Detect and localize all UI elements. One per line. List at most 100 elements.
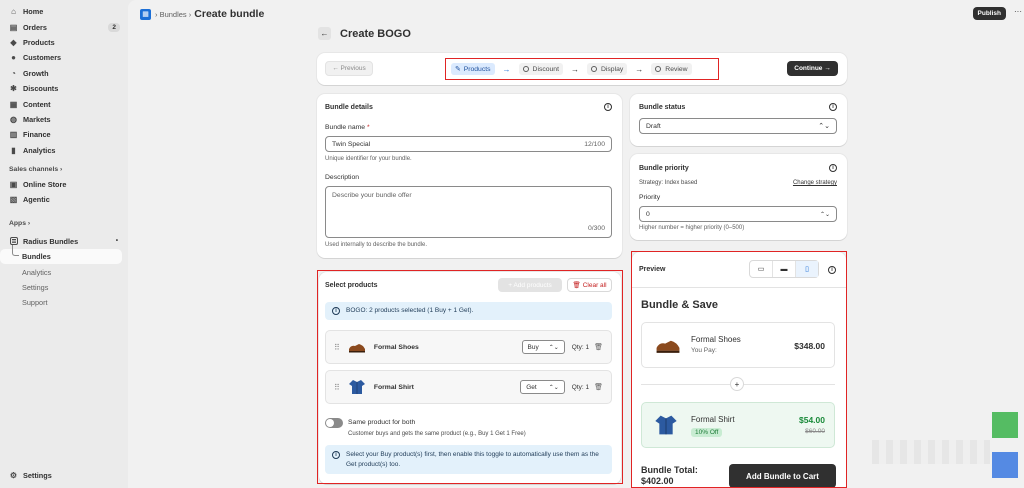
tag-icon: ◆: [10, 37, 17, 47]
stepper-icon[interactable]: ⌃⌄: [820, 211, 830, 218]
sidebar-item-agentic[interactable]: ▧ Agentic: [0, 192, 128, 207]
sidebar-item-label: Customers: [23, 53, 62, 63]
preview-highlight: [631, 251, 847, 488]
blue-badge-icon[interactable]: [992, 452, 1018, 478]
breadcrumb[interactable]: › Bundles ›: [155, 10, 191, 19]
select-products-highlight: [317, 270, 623, 484]
continue-button[interactable]: Continue →: [787, 61, 838, 76]
sales-channels-heading[interactable]: Sales channels ›: [0, 163, 128, 177]
growth-icon: ◔: [11, 68, 16, 78]
sidebar-item-customers[interactable]: ● Customers: [0, 50, 128, 65]
sidebar-item-label: Home: [23, 7, 44, 17]
page-header-title: Create bundle: [194, 8, 265, 20]
blurred-region: [872, 440, 990, 464]
back-arrow-icon[interactable]: ←: [318, 27, 331, 40]
arrow-right-icon: →: [502, 64, 511, 74]
help-text: Used internally to describe the bundle.: [325, 242, 428, 248]
bundle-status-card: Bundle status i Draft ⌃⌄: [630, 94, 847, 146]
step-discount[interactable]: Discount: [518, 63, 563, 75]
circle-icon: [590, 66, 597, 72]
sidebar-item-discounts[interactable]: ✱ Discounts: [0, 81, 128, 96]
bundle-priority-card: Bundle priority i Strategy: Index based …: [630, 154, 847, 240]
step-review[interactable]: Review: [651, 63, 692, 75]
sidebar-item-label: Agentic: [23, 195, 50, 205]
sidebar-item-online-store[interactable]: ▣ Online Store: [0, 177, 128, 192]
card-title: Bundle status: [639, 104, 686, 111]
char-count: 12/100: [584, 140, 605, 148]
arrow-right-icon: →: [570, 64, 579, 74]
sidebar-sub-analytics[interactable]: Analytics: [0, 264, 128, 279]
priority-input[interactable]: 0 ⌃⌄: [639, 206, 837, 222]
sidebar-item-label: Finance: [23, 130, 51, 140]
sidebar-item-orders[interactable]: ▤ Orders 2: [0, 19, 128, 34]
agentic-icon: ▧: [9, 195, 18, 205]
placeholder: Describe your bundle offer: [332, 192, 412, 199]
select-value: Draft: [646, 122, 661, 130]
step-display[interactable]: Display: [586, 63, 628, 75]
required-mark: *: [366, 124, 370, 131]
char-count: 0/300: [587, 225, 605, 232]
step-label: Products: [463, 65, 491, 73]
gear-icon: ⚙: [9, 471, 18, 481]
label-text: Bundle name: [325, 124, 366, 131]
discount-icon: ✱: [10, 84, 17, 94]
sidebar-item-radius-bundles[interactable]: Radius Bundles •: [0, 234, 128, 249]
sidebar-item-settings[interactable]: ⚙ Settings: [0, 468, 128, 483]
person-icon: ●: [11, 53, 16, 63]
bank-icon: ▥: [9, 130, 18, 140]
orders-icon: ▤: [9, 22, 18, 32]
status-select[interactable]: Draft ⌃⌄: [639, 118, 837, 134]
bar-chart-icon: ▮: [11, 145, 16, 155]
sidebar-item-label: Discounts: [23, 84, 59, 94]
bundle-name-input[interactable]: Twin Special 12/100: [325, 136, 612, 152]
publish-button[interactable]: Publish: [972, 7, 1006, 20]
info-icon[interactable]: i: [604, 103, 612, 111]
top-bar: ▦ › Bundles › Create bundle: [128, 0, 1024, 28]
help-text: Higher number = higher priority (0–500): [639, 225, 745, 231]
step-label: Discount: [532, 65, 559, 73]
store-icon: ▣: [9, 180, 18, 190]
circle-icon: [655, 66, 662, 72]
sidebar-item-label: Products: [23, 37, 55, 47]
description-textarea[interactable]: Describe your bundle offer 0/300: [325, 186, 612, 238]
select-arrows-icon: ⌃⌄: [818, 123, 830, 130]
sidebar-item-label: Markets: [23, 114, 51, 124]
input-value: 0: [646, 210, 650, 218]
info-icon[interactable]: i: [829, 103, 837, 111]
sidebar-item-label: Online Store: [23, 180, 67, 190]
step-indicator: ✎ Products → Discount → Display → Review: [445, 58, 719, 80]
bundle-name-label: Bundle name *: [325, 124, 370, 131]
sidebar-item-analytics[interactable]: ▮ Analytics: [0, 143, 128, 158]
strategy-text: Strategy: Index based: [639, 180, 698, 186]
priority-label: Priority: [639, 194, 661, 201]
sidebar-sub-support[interactable]: Support: [0, 295, 128, 310]
sidebar-item-finance[interactable]: ▥ Finance: [0, 127, 128, 142]
sidebar-item-home[interactable]: ⌂ Home: [0, 4, 128, 19]
more-actions-icon[interactable]: ···: [1014, 7, 1022, 16]
sidebar-item-products[interactable]: ◆ Products: [0, 35, 128, 50]
step-label: Display: [600, 65, 624, 73]
sidebar-sub-settings[interactable]: Settings: [0, 280, 128, 295]
sidebar-sub-bundles[interactable]: Bundles: [0, 244, 122, 265]
change-strategy-link[interactable]: Change strategy: [793, 180, 837, 186]
sidebar-item-label: Content: [23, 99, 51, 109]
page-heading: ← Create BOGO: [318, 27, 411, 40]
apps-heading[interactable]: Apps ›: [0, 217, 128, 231]
sidebar-item-content[interactable]: ▦ Content: [0, 96, 128, 111]
step-products[interactable]: ✎ Products: [451, 63, 495, 75]
help-text: Unique identifier for your bundle.: [325, 156, 412, 162]
green-badge-icon[interactable]: [992, 412, 1018, 438]
sidebar-item-markets[interactable]: ◍ Markets: [0, 112, 128, 127]
sidebar-item-growth[interactable]: ◔ Growth: [0, 66, 128, 81]
bundle-details-card: Bundle details i Bundle name * Twin Spec…: [317, 94, 622, 258]
count-badge: 2: [108, 22, 120, 32]
app-menu-dot[interactable]: •: [116, 238, 118, 244]
info-icon[interactable]: i: [829, 164, 837, 172]
pencil-icon: ✎: [455, 66, 461, 73]
globe-icon: ◍: [10, 114, 17, 124]
home-icon: ⌂: [11, 7, 16, 17]
app-logo-icon[interactable]: ▦: [140, 8, 151, 20]
description-label: Description: [325, 174, 359, 181]
page-title: Create BOGO: [340, 27, 411, 40]
previous-button[interactable]: ← Previous: [325, 61, 373, 76]
